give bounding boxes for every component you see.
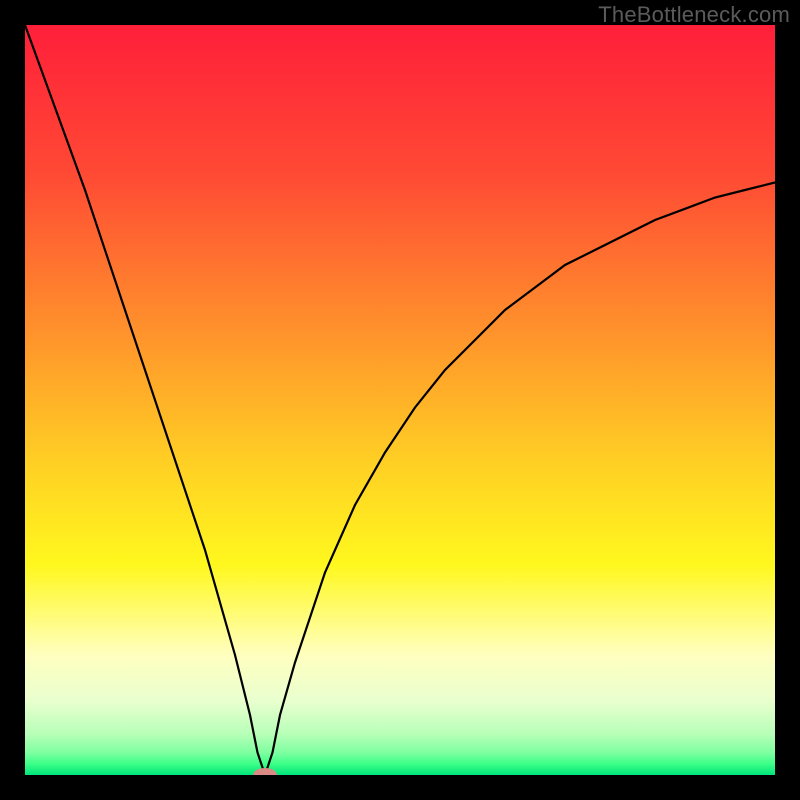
plot-area (25, 25, 775, 775)
background-rect (25, 25, 775, 775)
chart-frame: TheBottleneck.com (0, 0, 800, 800)
chart-svg (25, 25, 775, 775)
